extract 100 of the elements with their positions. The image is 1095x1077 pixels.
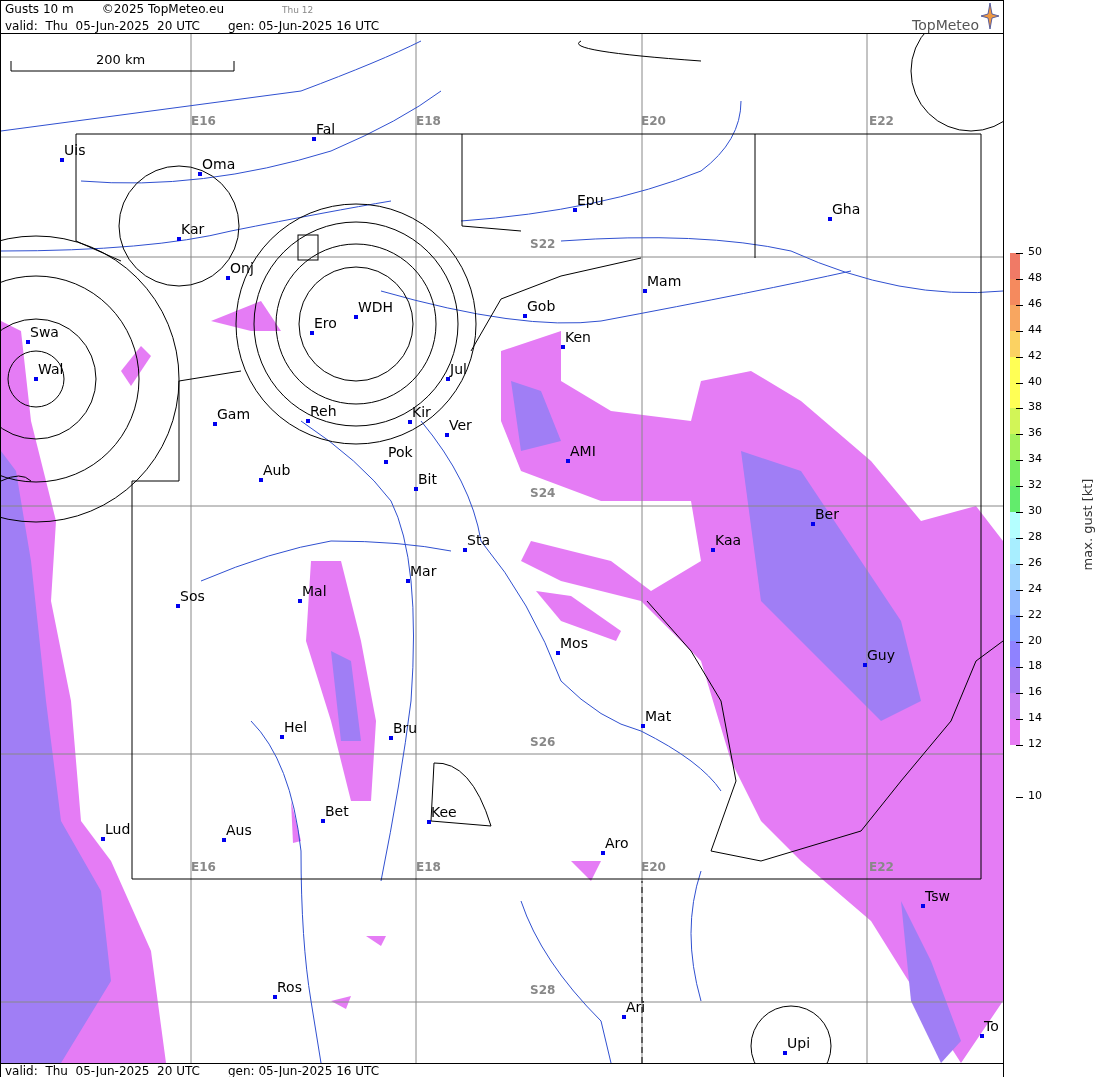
scale-tick: 26 <box>1016 555 1042 569</box>
grid-label: E20 <box>641 114 666 128</box>
place-label: Bet <box>325 803 349 819</box>
place-marker <box>177 237 181 241</box>
place-marker <box>310 331 314 335</box>
place-label: Bit <box>418 471 437 487</box>
grid-label: S28 <box>530 983 556 997</box>
place-label: Swa <box>30 324 59 340</box>
grid-label: E22 <box>869 860 894 874</box>
place-label: Upi <box>787 1035 811 1051</box>
place-marker <box>176 604 180 608</box>
place-marker <box>389 736 393 740</box>
place-label: Kir <box>412 404 431 420</box>
place-marker <box>446 377 450 381</box>
place-label: Lud <box>105 821 131 837</box>
place-label: Fal <box>316 121 336 137</box>
grid-label: E22 <box>869 114 894 128</box>
grid-label: E16 <box>191 114 216 128</box>
place-label: Mam <box>647 273 682 289</box>
scale-tick: 28 <box>1016 529 1042 543</box>
scale-tick: 20 <box>1016 633 1042 647</box>
grid-label: E18 <box>416 114 441 128</box>
place-marker <box>354 315 358 319</box>
place-label: Hel <box>284 719 308 735</box>
place-label: Reh <box>310 403 337 419</box>
place-label: AMI <box>570 443 596 459</box>
scale-tick: 22 <box>1016 607 1042 621</box>
place-label: Onj <box>230 260 254 276</box>
place-marker <box>641 724 645 728</box>
place-label: Ros <box>277 979 302 995</box>
scale-tick: 40 <box>1016 374 1042 388</box>
place-label: Kee <box>431 804 457 820</box>
place-marker <box>101 837 105 841</box>
place-label: Epu <box>577 192 604 208</box>
place-marker <box>226 276 230 280</box>
place-label: Ari <box>626 999 646 1015</box>
place-label: Pok <box>388 444 413 460</box>
place-marker <box>312 137 316 141</box>
place-marker <box>523 314 527 318</box>
scale-tick: 50 <box>1016 245 1042 258</box>
place-marker <box>259 478 263 482</box>
place-marker <box>427 820 431 824</box>
place-label: Jul <box>450 361 467 377</box>
place-marker <box>414 487 418 491</box>
place-label: Kaa <box>715 532 742 548</box>
place-label: Mar <box>410 563 437 579</box>
place-marker <box>622 1015 626 1019</box>
grid-label: E18 <box>416 860 441 874</box>
scale-tick: 46 <box>1016 296 1042 310</box>
place-label: Gob <box>527 298 556 314</box>
place-marker <box>198 172 202 176</box>
place-label: Sos <box>180 588 205 604</box>
scale-label: 200 km <box>96 52 146 67</box>
place-marker <box>273 995 277 999</box>
place-marker <box>306 419 310 423</box>
place-marker <box>408 420 412 424</box>
place-label: Uis <box>64 142 86 158</box>
place-marker <box>321 819 325 823</box>
place-label: Wal <box>38 361 64 377</box>
copyright-text: ©2025 TopMeteo.eu <box>101 1 225 17</box>
place-label: Oma <box>202 156 236 172</box>
place-marker <box>384 460 388 464</box>
scale-tick: 30 <box>1016 504 1042 517</box>
grid-label: S24 <box>530 486 556 500</box>
place-marker <box>60 158 64 162</box>
grid-label: S22 <box>530 237 556 251</box>
place-label: Bru <box>393 720 418 736</box>
place-marker <box>26 340 30 344</box>
grid-label: E20 <box>641 860 666 874</box>
scale-tick: 42 <box>1016 348 1042 362</box>
place-marker <box>34 377 38 381</box>
place-label: Ken <box>565 329 591 345</box>
place-marker <box>445 433 449 437</box>
generated-time: gen: 05-Jun-2025 16 UTC <box>228 18 380 34</box>
scale-tick: 44 <box>1016 322 1042 336</box>
place-label: Ber <box>815 506 839 522</box>
place-marker <box>980 1034 984 1038</box>
valid-time: valid: Thu 05-Jun-2025 20 UTC <box>5 1064 200 1077</box>
legend-title: max. gust [kt] <box>1080 478 1095 571</box>
place-marker <box>783 1051 787 1055</box>
place-label: Sta <box>467 532 490 548</box>
place-marker <box>711 548 715 552</box>
place-marker <box>406 579 410 583</box>
place-label: Mos <box>560 635 588 651</box>
logo-text: TopMeteo <box>912 17 979 33</box>
place-marker <box>828 217 832 221</box>
place-label: WDH <box>358 299 394 315</box>
day-label: Thu 12 <box>282 4 314 17</box>
place-marker <box>222 838 226 842</box>
place-label: To <box>984 1018 999 1034</box>
place-marker <box>561 345 565 349</box>
place-marker <box>643 289 647 293</box>
place-marker <box>463 548 467 552</box>
place-marker <box>566 459 570 463</box>
generated-time: gen: 05-Jun-2025 16 UTC <box>228 1064 380 1077</box>
place-label: Ver <box>449 417 472 433</box>
place-label: Aub <box>263 462 291 478</box>
place-marker <box>921 904 925 908</box>
scale-tick: 24 <box>1016 581 1042 595</box>
scale-tick: 10 <box>1016 788 1042 802</box>
